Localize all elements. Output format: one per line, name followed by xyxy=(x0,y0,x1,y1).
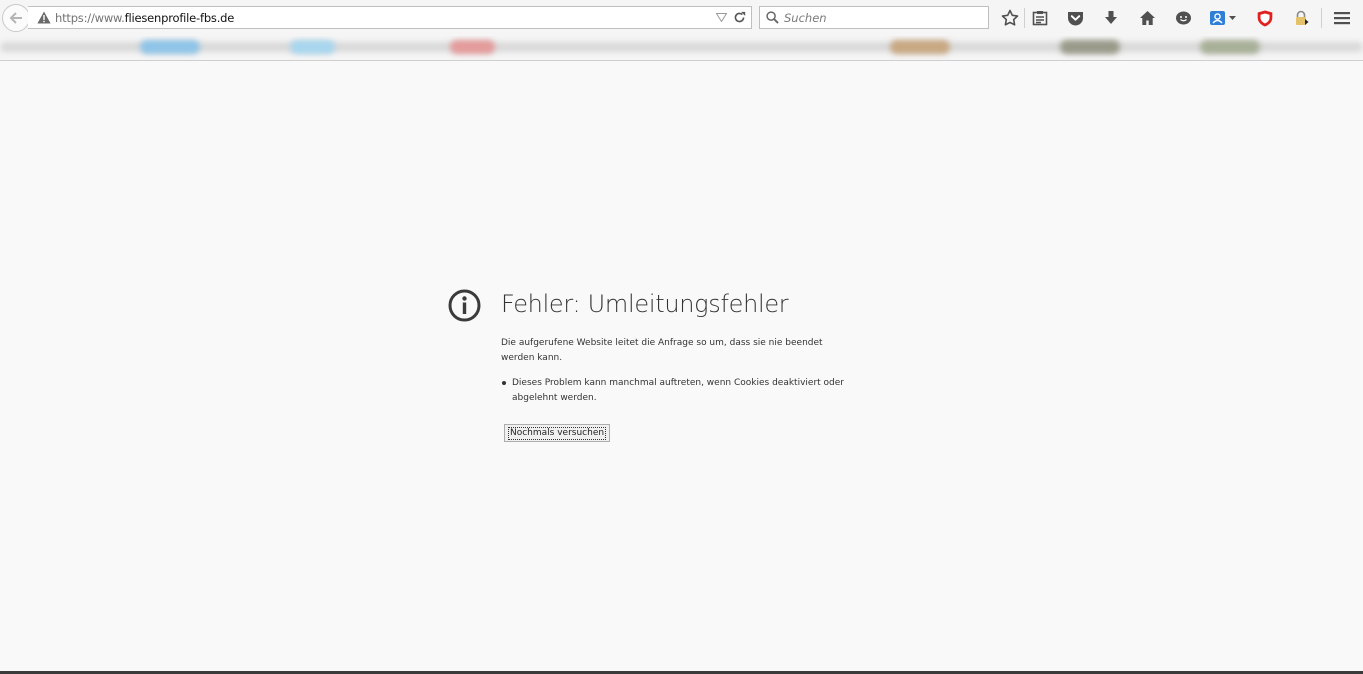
info-icon xyxy=(448,289,481,322)
star-icon xyxy=(1001,9,1019,26)
retry-button[interactable]: Nochmals versuchen xyxy=(504,424,611,442)
pocket-icon xyxy=(1067,12,1083,26)
lock-icon xyxy=(1296,10,1309,25)
reader-list-button[interactable] xyxy=(1028,6,1052,30)
url-text: https://www.fliesenprofile-fbs.de xyxy=(55,11,234,25)
error-title: Fehler: Umleitungsfehler xyxy=(501,290,789,318)
address-bar[interactable]: https://www.fliesenprofile-fbs.de xyxy=(28,6,752,29)
dropdown-icon[interactable] xyxy=(716,13,727,22)
account-button[interactable] xyxy=(1208,6,1240,30)
hello-button[interactable] xyxy=(1171,6,1195,30)
warning-icon xyxy=(37,11,51,24)
back-icon xyxy=(9,12,22,24)
error-description: Die aufgerufene Website leitet die Anfra… xyxy=(501,338,823,363)
url-domain: fliesenprofile-fbs.de xyxy=(124,10,235,25)
search-placeholder: Suchen xyxy=(784,10,827,25)
menu-icon xyxy=(1334,12,1350,25)
toolbar-separator xyxy=(1024,8,1025,28)
ublock-button[interactable] xyxy=(1253,6,1277,30)
blurred-bookmarks xyxy=(0,42,1363,52)
home-icon xyxy=(1139,11,1155,25)
pocket-button[interactable] xyxy=(1063,6,1087,30)
bookmark-star-button[interactable] xyxy=(998,6,1022,30)
toolbar-separator xyxy=(1321,8,1322,28)
error-hint-item: Dieses Problem kann manchmal auftreten, … xyxy=(501,376,846,406)
url-prefix: https://www. xyxy=(55,10,125,25)
downloads-button[interactable] xyxy=(1099,6,1123,30)
reload-icon[interactable] xyxy=(733,11,746,24)
home-button[interactable] xyxy=(1135,6,1159,30)
blurred-bookmark xyxy=(890,40,950,54)
lock-button[interactable] xyxy=(1289,6,1313,30)
blurred-bookmark xyxy=(450,40,495,54)
download-icon xyxy=(1105,11,1117,24)
account-icon xyxy=(1210,11,1236,25)
back-button[interactable] xyxy=(2,4,30,32)
bookmarks-toolbar xyxy=(0,36,1363,61)
error-hints: Dieses Problem kann manchmal auftreten, … xyxy=(501,376,846,406)
blurred-bookmark xyxy=(1200,40,1260,54)
search-icon xyxy=(766,11,779,24)
ublock-icon xyxy=(1257,10,1273,26)
reader-icon xyxy=(1032,11,1048,26)
blurred-bookmark xyxy=(290,40,335,54)
smiley-icon xyxy=(1175,11,1191,25)
menu-button[interactable] xyxy=(1330,6,1354,30)
navigation-toolbar: https://www.fliesenprofile-fbs.de Suchen xyxy=(0,0,1363,36)
blurred-bookmark xyxy=(1060,40,1120,54)
search-bar[interactable]: Suchen xyxy=(759,6,989,29)
blurred-bookmark xyxy=(140,40,200,54)
page-content xyxy=(0,62,1363,672)
retry-button-label: Nochmals versuchen xyxy=(508,426,607,440)
